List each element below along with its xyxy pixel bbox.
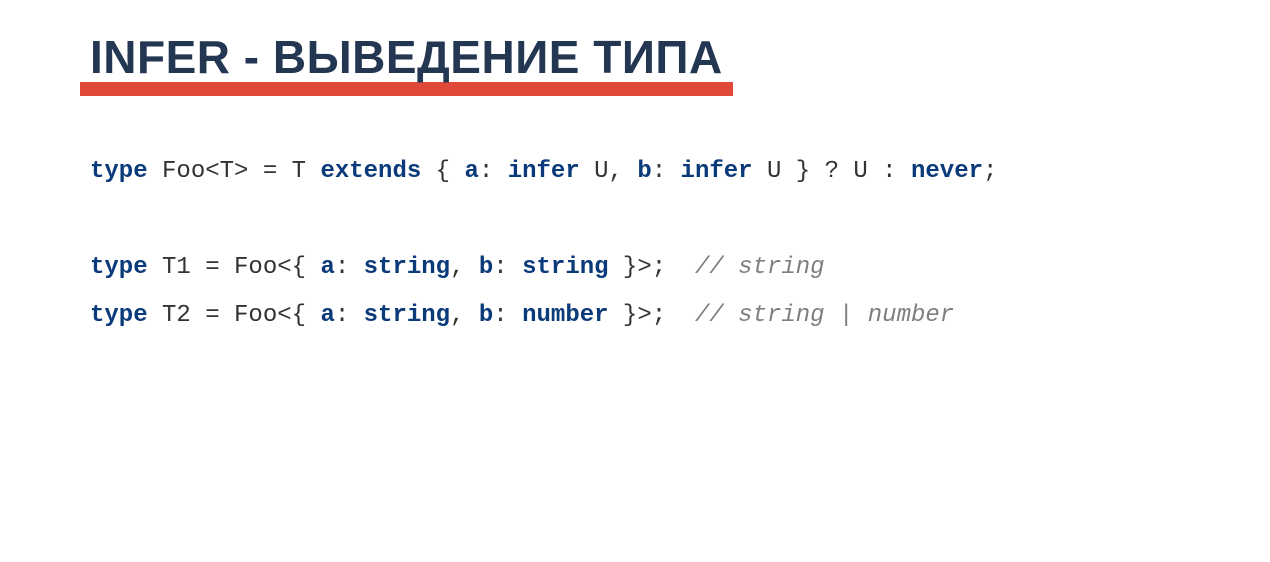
code-text: , bbox=[450, 254, 479, 281]
prop-b: b bbox=[479, 254, 493, 281]
code-text: T2 = Foo<{ bbox=[148, 302, 321, 329]
keyword-type: type bbox=[90, 254, 148, 281]
prop-b: b bbox=[637, 158, 651, 185]
keyword-type: type bbox=[90, 158, 148, 185]
prop-b: b bbox=[479, 302, 493, 329]
code-text: U, bbox=[580, 158, 638, 185]
keyword-number: number bbox=[522, 302, 608, 329]
slide-title: INFER - ВЫВЕДЕНИЕ ТИПА bbox=[90, 30, 723, 84]
prop-a: a bbox=[320, 302, 334, 329]
code-text: ; bbox=[983, 158, 997, 185]
keyword-extends: extends bbox=[320, 158, 421, 185]
prop-a: a bbox=[464, 158, 478, 185]
keyword-string: string bbox=[364, 254, 450, 281]
code-text: { bbox=[421, 158, 464, 185]
code-text: }>; bbox=[609, 302, 695, 329]
comment: // string | number bbox=[695, 302, 954, 329]
keyword-type: type bbox=[90, 302, 148, 329]
title-underline bbox=[80, 82, 733, 96]
keyword-string: string bbox=[522, 254, 608, 281]
keyword-never: never bbox=[911, 158, 983, 185]
slide-container: INFER - ВЫВЕДЕНИЕ ТИПА type Foo<T> = T e… bbox=[0, 0, 1270, 376]
code-block: type Foo<T> = T extends { a: infer U, b:… bbox=[90, 154, 1180, 334]
code-text: : bbox=[493, 302, 522, 329]
code-text: , bbox=[450, 302, 479, 329]
prop-a: a bbox=[320, 254, 334, 281]
keyword-string: string bbox=[364, 302, 450, 329]
title-wrapper: INFER - ВЫВЕДЕНИЕ ТИПА bbox=[90, 30, 723, 84]
code-text: U } ? U : bbox=[753, 158, 911, 185]
code-text: T1 = Foo<{ bbox=[148, 254, 321, 281]
code-text: : bbox=[335, 254, 364, 281]
code-text: : bbox=[479, 158, 508, 185]
code-text: : bbox=[652, 158, 681, 185]
code-text: Foo<T> = T bbox=[148, 158, 321, 185]
code-text: : bbox=[335, 302, 364, 329]
code-text: }>; bbox=[609, 254, 695, 281]
code-line-3: type T2 = Foo<{ a: string, b: number }>;… bbox=[90, 298, 1180, 334]
comment: // string bbox=[695, 254, 825, 281]
keyword-infer: infer bbox=[681, 158, 753, 185]
code-line-2: type T1 = Foo<{ a: string, b: string }>;… bbox=[90, 250, 1180, 286]
code-text: : bbox=[493, 254, 522, 281]
code-line-1: type Foo<T> = T extends { a: infer U, b:… bbox=[90, 154, 1180, 190]
keyword-infer: infer bbox=[508, 158, 580, 185]
